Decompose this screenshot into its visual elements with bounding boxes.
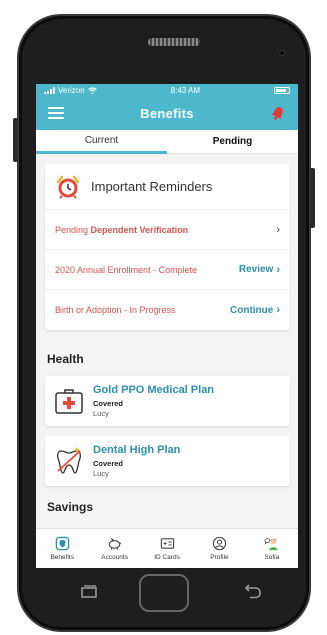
benefit-tabs: Current Pending bbox=[36, 130, 298, 154]
medical-plan-card[interactable]: Gold PPO Medical Plan Covered Lucy bbox=[45, 376, 290, 426]
tab-pending[interactable]: Pending bbox=[167, 130, 298, 154]
profile-icon bbox=[212, 536, 227, 551]
reminder-annual-enrollment[interactable]: 2020 Annual Enrollment - Complete Review… bbox=[45, 250, 290, 290]
id-card-icon bbox=[160, 538, 174, 549]
volume-button bbox=[13, 118, 18, 162]
plan-name: Gold PPO Medical Plan bbox=[93, 384, 215, 396]
reminders-card: Important Reminders Pending Dependent Ve… bbox=[45, 164, 290, 330]
shield-icon bbox=[55, 536, 69, 551]
front-camera bbox=[279, 50, 285, 56]
nav-label: Sofia bbox=[264, 554, 280, 561]
clock: 8:43 AM bbox=[170, 85, 201, 95]
reminder-label: Dependent Verification bbox=[90, 224, 189, 235]
nav-accounts[interactable]: Accounts bbox=[88, 529, 140, 568]
plan-status: Covered bbox=[93, 459, 124, 468]
reminder-label: 2020 Annual Enrollment - Complete bbox=[55, 264, 198, 275]
savings-section-title: Savings bbox=[47, 500, 94, 514]
carrier-label: Verizon bbox=[58, 85, 85, 95]
health-section-title: Health bbox=[47, 352, 84, 366]
nav-id-cards[interactable]: ID Cards bbox=[141, 529, 193, 568]
app-header: Verizon 8:43 AM Benefits bbox=[36, 84, 298, 130]
power-button bbox=[310, 168, 315, 228]
reminder-prefix: Pending bbox=[55, 224, 89, 235]
plan-name: Dental High Plan bbox=[93, 444, 181, 456]
plan-member: Lucy bbox=[93, 409, 109, 418]
chevron-right-icon: › bbox=[276, 223, 280, 236]
nav-label: Accounts bbox=[101, 554, 128, 561]
chevron-right-icon: › bbox=[276, 263, 280, 276]
reminder-dependent-verification[interactable]: Pending Dependent Verification › bbox=[45, 210, 290, 250]
reminders-title: Important Reminders bbox=[91, 179, 213, 194]
status-bar: Verizon 8:43 AM bbox=[36, 84, 298, 96]
signal-icon bbox=[44, 86, 55, 94]
notification-bell-icon[interactable] bbox=[270, 105, 286, 121]
back-arrow-icon[interactable] bbox=[243, 582, 263, 600]
reminder-label: Birth or Adoption - In Progress bbox=[55, 305, 176, 315]
nav-label: Benefits bbox=[50, 554, 74, 561]
avatar-icon bbox=[264, 538, 278, 551]
medical-kit-icon bbox=[55, 389, 83, 414]
menu-icon[interactable] bbox=[48, 107, 64, 119]
home-button[interactable] bbox=[139, 574, 189, 612]
battery-icon bbox=[273, 86, 290, 94]
plan-member: Lucy bbox=[93, 469, 109, 478]
nav-profile[interactable]: Profile bbox=[193, 529, 245, 568]
piggy-bank-icon bbox=[108, 537, 122, 550]
tooth-icon bbox=[57, 447, 81, 474]
nav-label: Profile bbox=[210, 554, 229, 561]
tab-current[interactable]: Current bbox=[36, 130, 167, 154]
chevron-right-icon: › bbox=[276, 304, 280, 316]
recent-apps-icon[interactable] bbox=[80, 585, 98, 599]
nav-sofia[interactable]: Sofia bbox=[246, 529, 298, 568]
app-screen: Verizon 8:43 AM Benefits Current Pending bbox=[36, 84, 298, 568]
reminder-birth-adoption[interactable]: Birth or Adoption - In Progress Continue… bbox=[45, 290, 290, 330]
nav-benefits[interactable]: Benefits bbox=[36, 529, 88, 568]
speaker-grille bbox=[148, 38, 200, 46]
wifi-icon bbox=[87, 86, 97, 94]
page-title: Benefits bbox=[140, 105, 194, 121]
continue-button[interactable]: Continue › bbox=[230, 304, 280, 316]
bottom-navigation: Benefits Accounts ID Cards Profile Sofia bbox=[36, 528, 298, 568]
review-button[interactable]: Review › bbox=[239, 264, 280, 276]
plan-status: Covered bbox=[93, 399, 124, 408]
alarm-clock-icon bbox=[56, 175, 80, 199]
dental-plan-card[interactable]: Dental High Plan Covered Lucy bbox=[45, 436, 290, 486]
nav-label: ID Cards bbox=[154, 554, 180, 561]
